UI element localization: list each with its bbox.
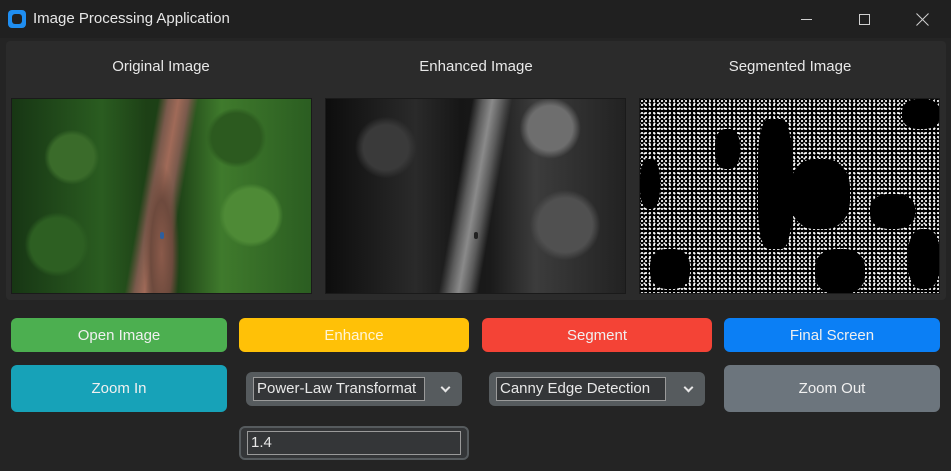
- gamma-input-frame[interactable]: 1.4: [239, 426, 469, 460]
- segment-region: [650, 249, 690, 289]
- segment-region: [815, 249, 865, 293]
- title-bar: Image Processing Application: [0, 0, 951, 38]
- segment-method-value[interactable]: Canny Edge Detection: [496, 377, 666, 401]
- window-title: Image Processing Application: [33, 10, 230, 27]
- zoom-in-button[interactable]: Zoom In: [11, 365, 227, 412]
- enhance-method-value[interactable]: Power-Law Transformat: [253, 377, 425, 401]
- app-icon: [8, 10, 26, 28]
- enhanced-image-label: Enhanced Image: [419, 58, 533, 75]
- segmented-image: [639, 98, 940, 294]
- enhance-dropdown-button[interactable]: [428, 372, 462, 406]
- person-figure: [474, 232, 478, 239]
- final-screen-button[interactable]: Final Screen: [724, 318, 940, 352]
- maximize-icon: [858, 13, 870, 25]
- segment-method-select[interactable]: Canny Edge Detection: [489, 372, 705, 406]
- chevron-down-icon: [683, 382, 693, 392]
- open-image-button[interactable]: Open Image: [11, 318, 227, 352]
- person-figure: [160, 232, 164, 239]
- segment-region: [790, 159, 850, 229]
- enhance-button[interactable]: Enhance: [239, 318, 469, 352]
- segment-region: [908, 229, 939, 289]
- segmented-image-label: Segmented Image: [728, 58, 852, 75]
- segment-region: [758, 119, 792, 249]
- original-image: [11, 98, 312, 294]
- chevron-down-icon: [440, 382, 450, 392]
- enhance-method-select[interactable]: Power-Law Transformat: [246, 372, 462, 406]
- maximize-button[interactable]: [841, 0, 887, 38]
- segment-dropdown-button[interactable]: [671, 372, 705, 406]
- gamma-input[interactable]: 1.4: [247, 431, 461, 455]
- image-panel: Original Image Enhanced Image Segmented …: [6, 41, 946, 300]
- zoom-out-button[interactable]: Zoom Out: [724, 365, 940, 412]
- minimize-icon: [800, 18, 812, 20]
- enhanced-image: [325, 98, 626, 294]
- close-button[interactable]: [899, 0, 945, 38]
- segment-region: [902, 99, 939, 129]
- close-icon: [916, 13, 929, 26]
- segment-region: [640, 159, 660, 209]
- segment-region: [870, 194, 915, 229]
- original-image-label: Original Image: [112, 58, 210, 75]
- segment-button[interactable]: Segment: [482, 318, 712, 352]
- minimize-button[interactable]: [783, 0, 829, 38]
- segment-region: [715, 129, 740, 169]
